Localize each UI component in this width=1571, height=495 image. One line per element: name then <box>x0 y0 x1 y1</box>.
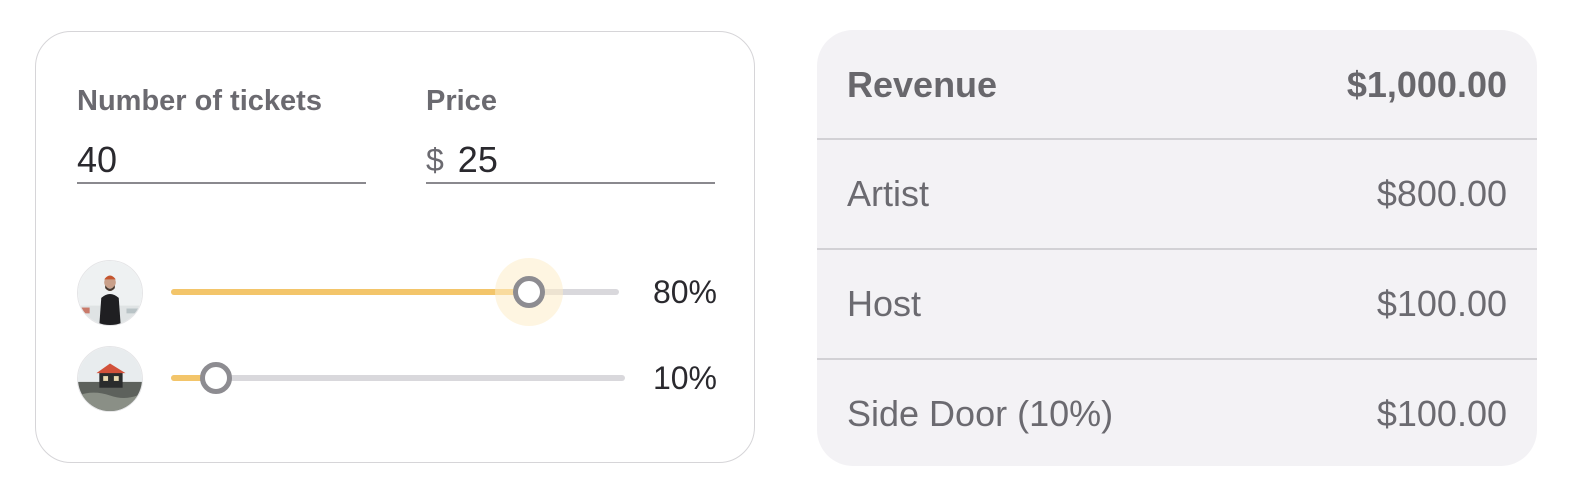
split-row-artist: 80% <box>77 258 717 326</box>
artist-label: Artist <box>847 173 930 214</box>
tickets-input[interactable] <box>77 140 366 180</box>
summary-row-artist: Artist $800.00 <box>817 138 1537 248</box>
summary-row-revenue: Revenue $1,000.00 <box>817 30 1537 140</box>
price-label: Price <box>426 85 497 117</box>
ticket-calculator-card: Number of tickets Price $ <box>35 31 755 463</box>
slider-fill <box>171 289 530 295</box>
currency-symbol: $ <box>426 142 444 178</box>
price-input-row: $ <box>426 138 715 184</box>
split-row-host: 10% <box>77 345 717 412</box>
tickets-field: Number of tickets <box>77 84 366 184</box>
tickets-input-row <box>77 138 366 184</box>
artist-percent-label: 80% <box>652 274 717 310</box>
revenue-summary-card: Revenue $1,000.00 Artist $800.00 Host $1… <box>817 30 1537 466</box>
host-percent-label: 10% <box>652 360 717 396</box>
summary-row-host: Host $100.00 <box>817 248 1537 358</box>
artist-amount: $800.00 <box>1376 173 1507 214</box>
tickets-label: Number of tickets <box>77 85 322 117</box>
host-split-slider[interactable] <box>171 360 625 396</box>
artist-split-slider[interactable] <box>171 258 619 326</box>
side-door-label: Side Door (10%) <box>847 393 1114 434</box>
person-avatar-icon <box>77 260 143 326</box>
summary-row-side-door: Side Door (10%) $100.00 <box>817 358 1537 466</box>
host-amount: $100.00 <box>1376 283 1507 324</box>
side-door-amount: $100.00 <box>1376 393 1507 434</box>
price-field: Price $ <box>426 84 715 184</box>
slider-track <box>171 375 625 381</box>
revenue-amount: $1,000.00 <box>1346 64 1507 105</box>
house-avatar-icon <box>77 346 143 412</box>
revenue-label: Revenue <box>847 64 998 105</box>
slider-thumb[interactable] <box>200 362 233 394</box>
host-label: Host <box>847 283 922 324</box>
price-input[interactable] <box>457 140 715 180</box>
